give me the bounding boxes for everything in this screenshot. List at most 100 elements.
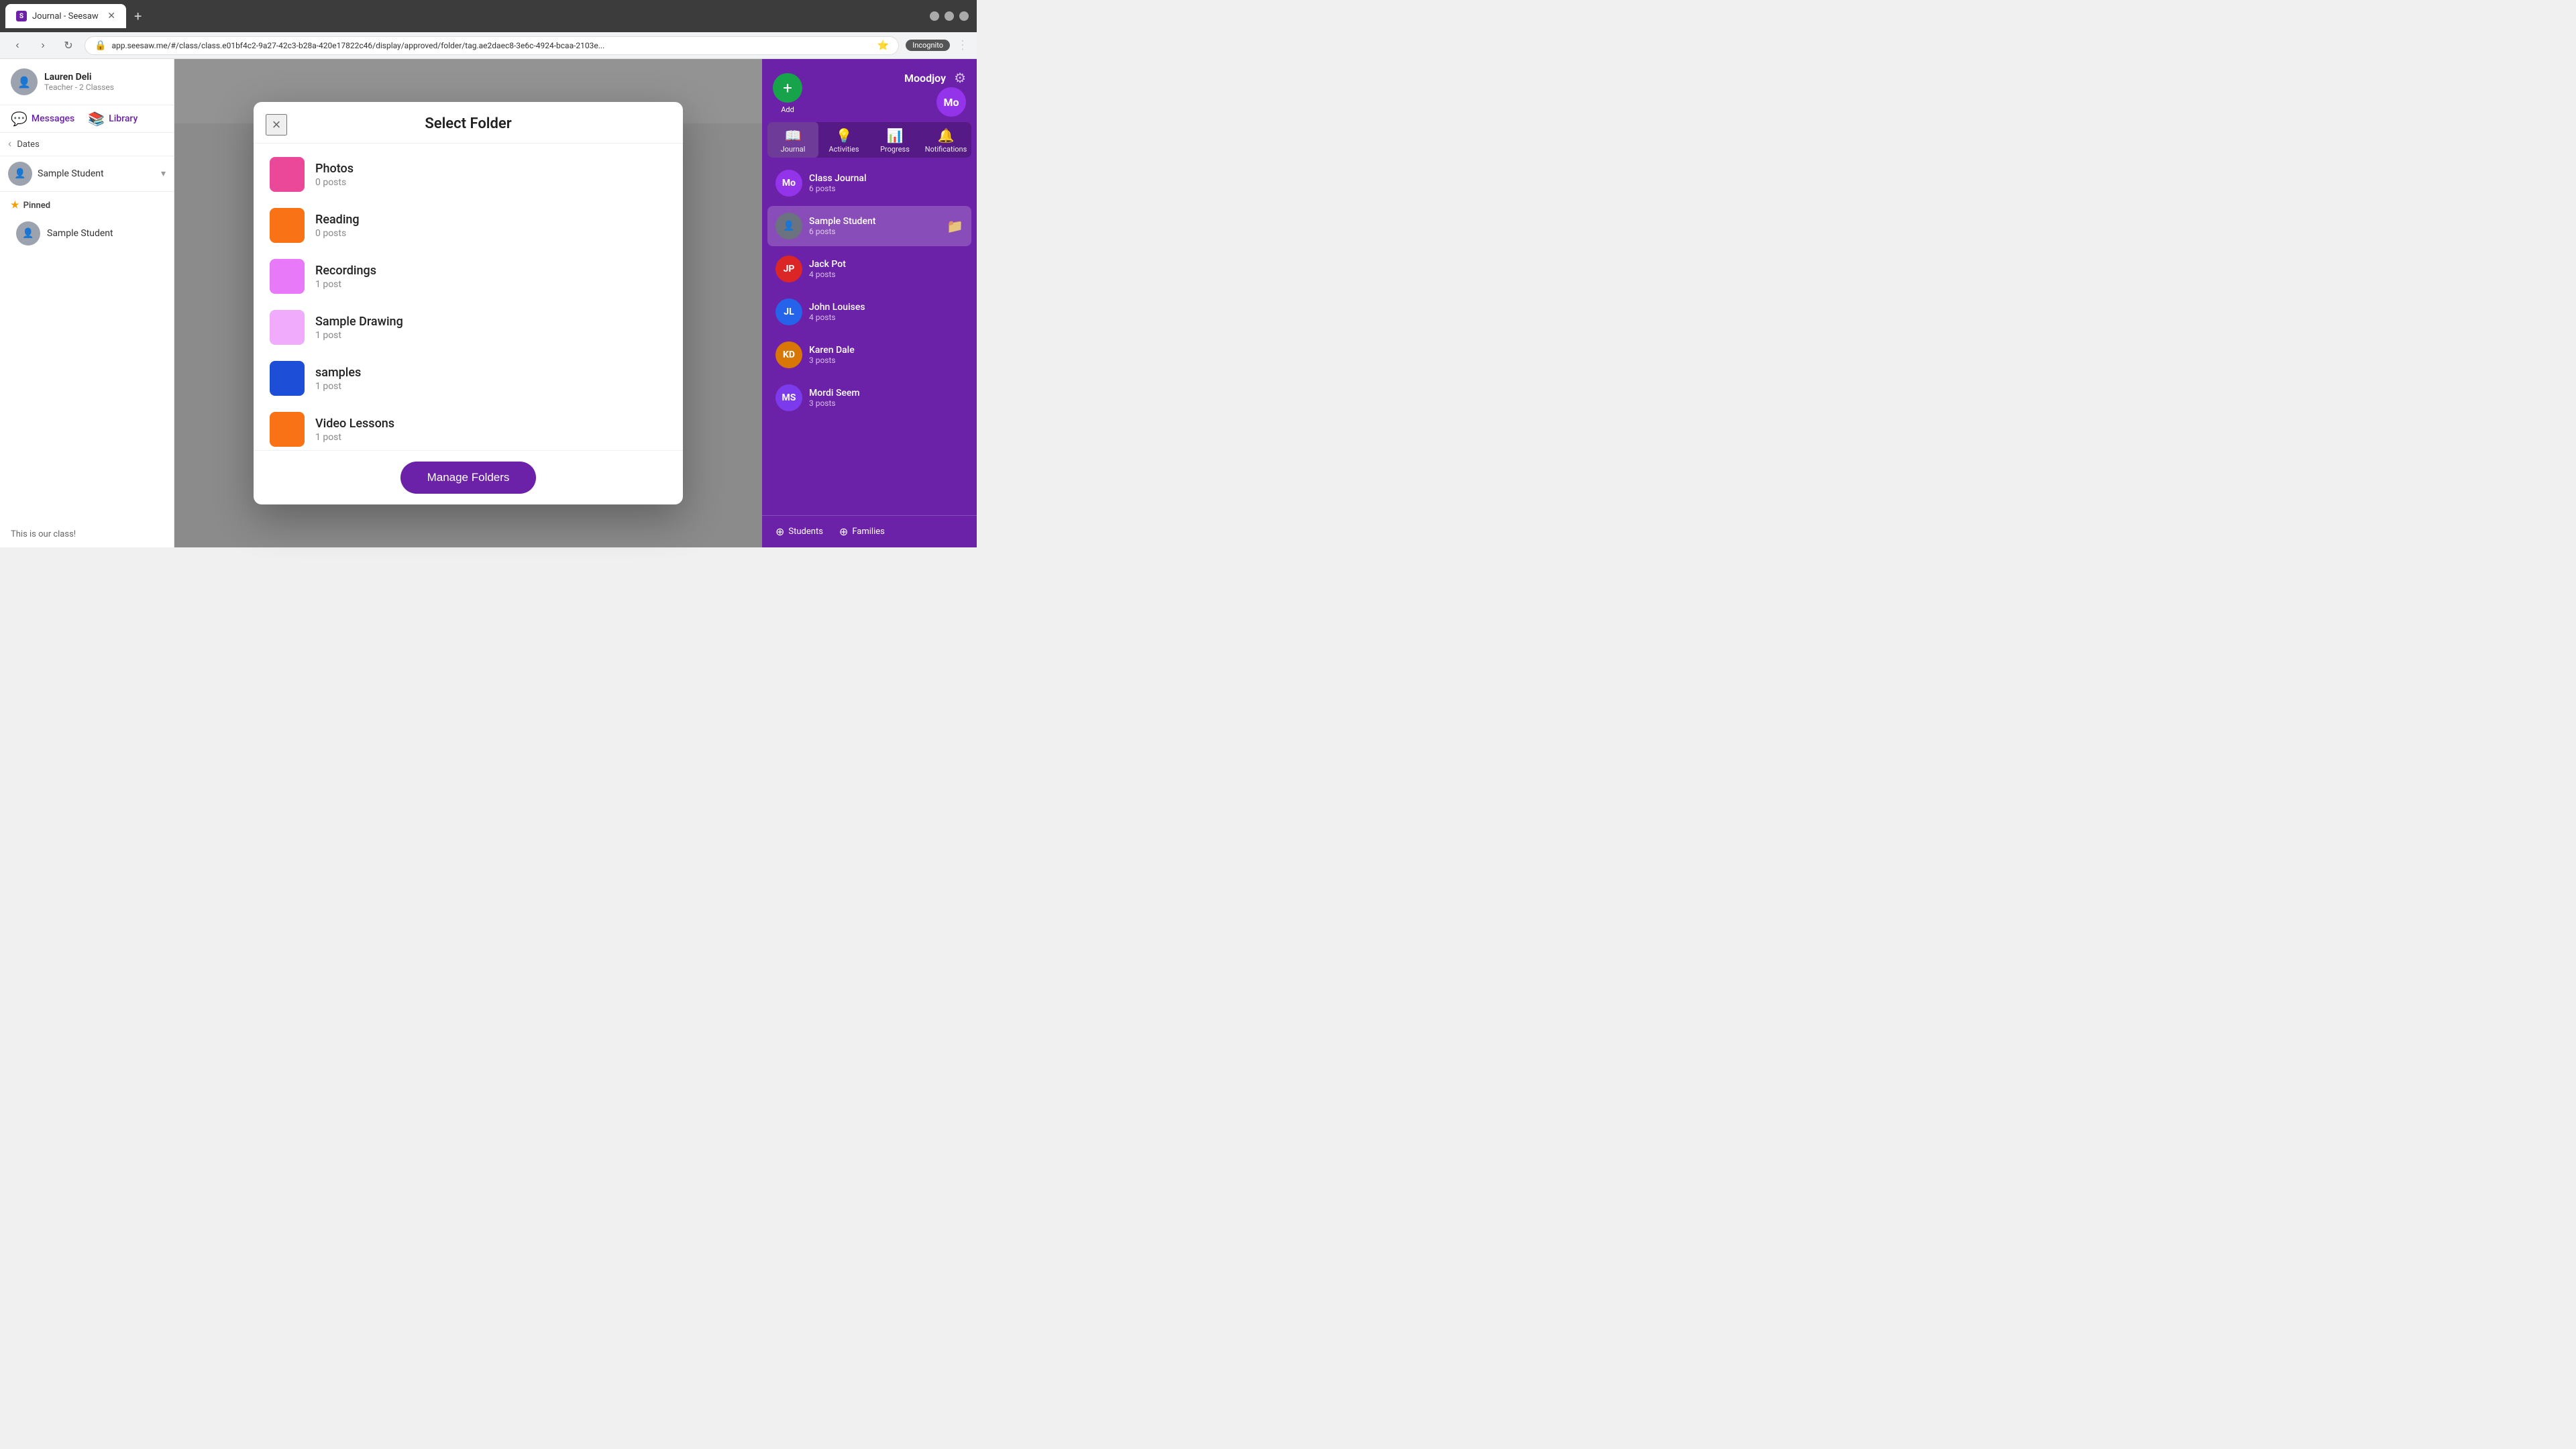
reload-button[interactable]: ↻	[59, 36, 78, 55]
class-intro-sidebar: This is our class!	[0, 521, 174, 547]
student-selector[interactable]: 👤 Sample Student ▾	[0, 156, 174, 192]
john-louises-item[interactable]: JL John Louises 4 posts	[767, 292, 971, 332]
right-nav-journal[interactable]: 📖 Journal	[767, 122, 818, 158]
modal-body[interactable]: Photos 0 posts Reading 0 posts R	[254, 144, 683, 450]
address-bar[interactable]: 🔒 app.seesaw.me/#/class/class.e01bf4c2-9…	[85, 36, 899, 55]
folder-item-photos[interactable]: Photos 0 posts	[254, 149, 683, 200]
john-louises-posts: 4 posts	[809, 313, 963, 322]
top-nav-items: 💬 Messages 📚 Library	[0, 105, 174, 133]
folder-name-sample-drawing: Sample Drawing	[315, 315, 667, 329]
folder-color-samples	[270, 361, 305, 396]
progress-label: Progress	[880, 145, 910, 154]
modal-close-button[interactable]: ×	[266, 114, 287, 136]
mo-avatar: Mo	[936, 87, 966, 117]
left-sidebar: 👤 Lauren Deli Teacher - 2 Classes 💬 Mess…	[0, 59, 174, 547]
folder-info-video-lessons: Video Lessons 1 post	[315, 417, 667, 443]
karen-dale-avatar: KD	[775, 341, 802, 368]
folder-info-photos: Photos 0 posts	[315, 162, 667, 188]
folder-count-reading: 0 posts	[315, 228, 667, 239]
manage-folders-button[interactable]: Manage Folders	[400, 462, 537, 494]
right-nav-progress[interactable]: 📊 Progress	[869, 122, 920, 158]
tab-title: Journal - Seesaw	[32, 11, 102, 21]
journal-label: Journal	[781, 145, 806, 154]
families-button[interactable]: ⊕ Families	[834, 523, 890, 541]
sample-student-avatar: 👤	[775, 213, 802, 239]
pinned-section: ★ Pinned 👤 Sample Student	[0, 192, 174, 256]
library-icon: 📚	[88, 111, 105, 127]
journal-icon: 📖	[785, 127, 802, 144]
pinned-student-item[interactable]: 👤 Sample Student	[11, 216, 163, 251]
activities-label: Activities	[829, 145, 859, 154]
add-label: Add	[781, 105, 794, 114]
right-nav-activities[interactable]: 💡 Activities	[818, 122, 869, 158]
modal-footer: Manage Folders	[254, 450, 683, 504]
folder-name-recordings: Recordings	[315, 264, 667, 278]
sample-avatar-icon: 👤	[783, 221, 794, 231]
class-journal-posts: 6 posts	[809, 184, 963, 193]
folder-item-recordings[interactable]: Recordings 1 post	[254, 251, 683, 302]
student-avatar-icon: 👤	[8, 162, 32, 186]
back-button[interactable]: ‹	[8, 36, 27, 55]
students-icon: ⊕	[775, 525, 784, 538]
folder-color-reading	[270, 208, 305, 243]
folder-color-recordings	[270, 259, 305, 294]
add-button[interactable]: +	[773, 73, 802, 103]
folder-color-sample-drawing	[270, 310, 305, 345]
jack-pot-item[interactable]: JP Jack Pot 4 posts	[767, 249, 971, 289]
right-nav-notifications[interactable]: 🔔 Notifications	[920, 122, 971, 158]
mordi-seem-posts: 3 posts	[809, 398, 963, 408]
right-header: + Add Moodjoy ⚙ Mo	[762, 59, 977, 122]
sub-nav-back[interactable]: ‹	[8, 138, 11, 150]
folder-item-samples[interactable]: samples 1 post	[254, 353, 683, 404]
add-section: + Add	[773, 73, 802, 114]
settings-icon[interactable]: ⚙	[954, 70, 966, 86]
pinned-student-avatar: 👤	[16, 221, 40, 246]
right-nav: 📖 Journal 💡 Activities 📊 Progress 🔔 Noti…	[767, 122, 971, 158]
jack-pot-info: Jack Pot 4 posts	[809, 259, 963, 279]
active-tab[interactable]: S Journal - Seesaw ✕	[5, 4, 126, 28]
sample-student-item[interactable]: 👤 Sample Student 6 posts 📁	[767, 206, 971, 246]
activities-icon: 💡	[836, 127, 853, 144]
user-section-right: Moodjoy ⚙ Mo	[809, 70, 966, 117]
sidebar-spacer	[0, 256, 174, 521]
john-louises-info: John Louises 4 posts	[809, 302, 963, 322]
close-button[interactable]	[959, 11, 969, 21]
folder-item-video-lessons[interactable]: Video Lessons 1 post	[254, 404, 683, 450]
mordi-seem-name: Mordi Seem	[809, 388, 963, 398]
library-nav[interactable]: 📚 Library	[88, 111, 138, 127]
folder-count-recordings: 1 post	[315, 279, 667, 290]
teacher-avatar: 👤	[11, 68, 38, 95]
students-button[interactable]: ⊕ Students	[770, 523, 828, 541]
folder-color-photos	[270, 157, 305, 192]
mordi-seem-item[interactable]: MS Mordi Seem 3 posts	[767, 378, 971, 418]
menu-button[interactable]: ⋮	[957, 38, 969, 52]
student-list: Mo Class Journal 6 posts 👤 Sample Studen…	[762, 163, 977, 515]
forward-button[interactable]: ›	[34, 36, 52, 55]
folder-info-sample-drawing: Sample Drawing 1 post	[315, 315, 667, 341]
student-dropdown-icon: ▾	[161, 168, 166, 179]
messages-icon: 💬	[11, 111, 28, 127]
karen-dale-info: Karen Dale 3 posts	[809, 345, 963, 365]
class-journal-item[interactable]: Mo Class Journal 6 posts	[767, 163, 971, 203]
folder-item-reading[interactable]: Reading 0 posts	[254, 200, 683, 251]
karen-dale-item[interactable]: KD Karen Dale 3 posts	[767, 335, 971, 375]
folder-count-photos: 0 posts	[315, 177, 667, 188]
folder-name-photos: Photos	[315, 162, 667, 176]
maximize-button[interactable]	[945, 11, 954, 21]
minimize-button[interactable]	[930, 11, 939, 21]
john-louises-avatar: JL	[775, 299, 802, 325]
sub-nav: ‹ Dates	[0, 133, 174, 156]
folder-count-samples: 1 post	[315, 381, 667, 392]
new-tab-button[interactable]: +	[129, 8, 147, 24]
pinned-label: ★ Pinned	[11, 200, 163, 211]
tab-close-button[interactable]: ✕	[107, 11, 115, 21]
folder-color-video-lessons	[270, 412, 305, 447]
folder-info-reading: Reading 0 posts	[315, 213, 667, 239]
folder-item-sample-drawing[interactable]: Sample Drawing 1 post	[254, 302, 683, 353]
modal-header: × Select Folder	[254, 102, 683, 144]
incognito-badge: Incognito	[906, 40, 950, 51]
john-louises-name: John Louises	[809, 302, 963, 313]
modal-overlay: × Select Folder Photos 0 posts Reading	[174, 59, 762, 547]
tab-bar: S Journal - Seesaw ✕ +	[5, 4, 924, 28]
messages-nav[interactable]: 💬 Messages	[11, 111, 74, 127]
